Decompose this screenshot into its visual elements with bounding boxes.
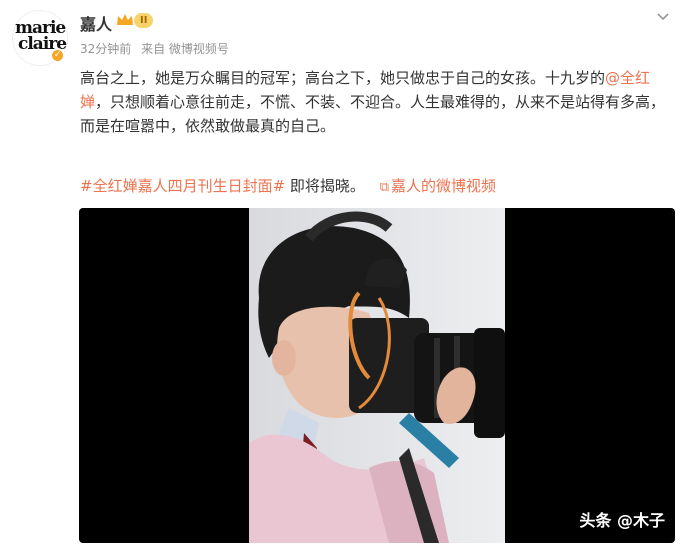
username[interactable]: 嘉人 — [80, 11, 112, 35]
chevron-down-icon[interactable] — [655, 10, 671, 26]
post-text: 高台之上，她是万众瞩目的冠军；高台之下，她只做忠于自己的女孩。十九岁的@全红婵，… — [80, 66, 675, 138]
topic-link[interactable]: #全红婵嘉人四月刊生日封面# — [80, 177, 285, 195]
vip-level-badge[interactable]: II — [134, 13, 154, 28]
post-text-part1: 高台之上，她是万众瞩目的冠军；高台之下，她只做忠于自己的女孩。十九岁的 — [80, 69, 606, 87]
verified-badge-icon: ✓ — [50, 48, 65, 63]
tag-text: 即将揭晓。 — [289, 177, 365, 195]
post-meta: 32分钟前 来自 微博视频号 — [80, 40, 235, 57]
post-text-part2: ，只想顺着心意往前走，不慌、不装、不迎合。人生最难得的，从来不是站得有多高，而是… — [80, 93, 666, 135]
video-source-label: 嘉人的微博视频 — [391, 177, 497, 195]
post-time[interactable]: 32分钟前 — [80, 42, 131, 56]
video-player[interactable]: 头条 @木子 — [79, 208, 675, 543]
post-tagline: #全红婵嘉人四月刊生日封面# 即将揭晓。 ⧉ 嘉人的微博视频 — [80, 174, 496, 200]
crown-icon — [117, 14, 133, 25]
watermark: 头条 @木子 — [579, 511, 665, 530]
video-frame — [249, 208, 505, 543]
video-icon: ⧉ — [379, 180, 390, 195]
post-source[interactable]: 来自 微博视频号 — [141, 42, 229, 56]
video-source-link[interactable]: ⧉ 嘉人的微博视频 — [380, 177, 496, 195]
